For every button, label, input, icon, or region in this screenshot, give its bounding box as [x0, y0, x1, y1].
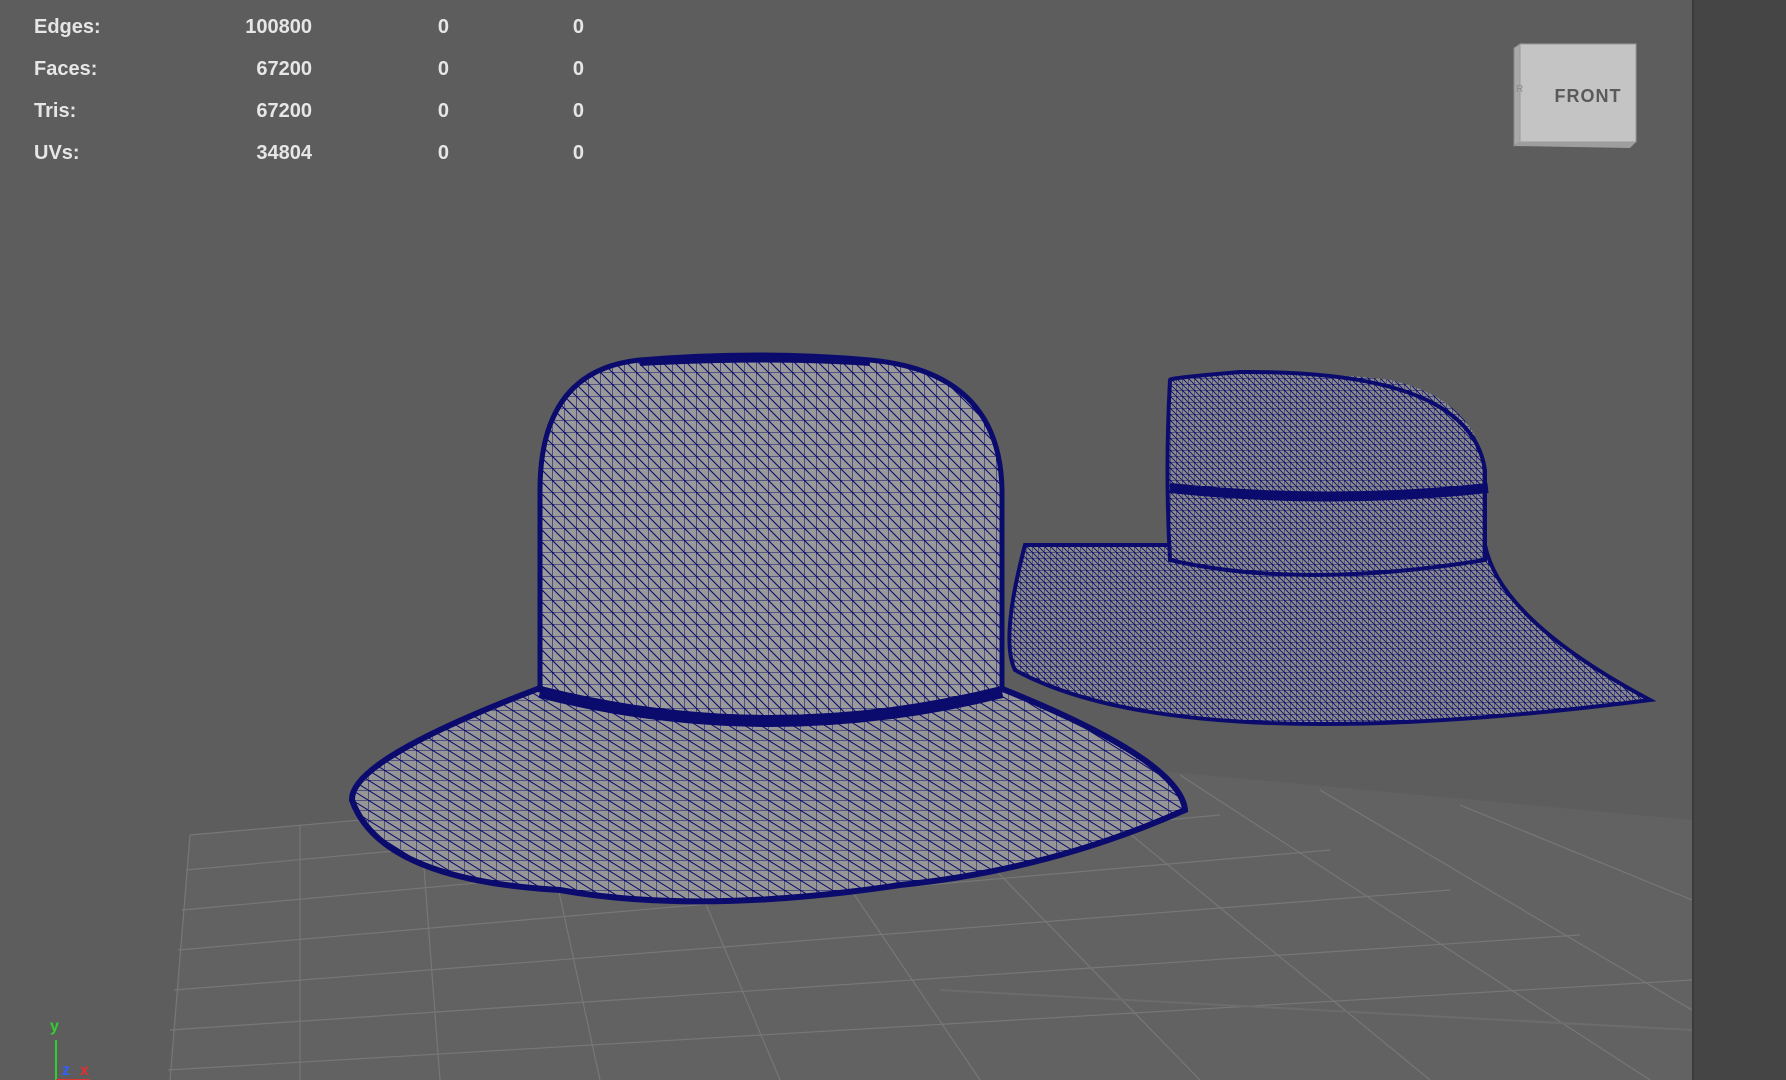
stat-triangles: 0: [572, 142, 584, 164]
stat-total: 100800: [245, 16, 312, 38]
stat-label: Tris:: [34, 100, 77, 122]
axis-label-z: z: [62, 1062, 70, 1079]
stat-label: Edges:: [34, 16, 101, 38]
stat-total: 67200: [256, 58, 312, 80]
perspective-viewport[interactable]: Edges: 100800 0 0 Faces: 67200 0 0 Tris:…: [0, 0, 1692, 1080]
axis-gizmo-icon: y z x: [40, 1018, 110, 1080]
svg-text:R: R: [1516, 84, 1523, 95]
stat-triangles: 0: [572, 16, 584, 38]
stat-total: 34804: [256, 142, 312, 164]
stat-selected: 0: [437, 100, 449, 122]
stat-label: UVs:: [34, 142, 80, 164]
stat-triangles: 0: [572, 100, 584, 122]
axis-label-y: y: [50, 1018, 59, 1035]
stat-triangles: 0: [572, 58, 584, 80]
stat-label: Faces:: [34, 58, 98, 80]
axis-label-x: x: [80, 1062, 89, 1079]
hat-mesh-right[interactable]: [1007, 369, 1657, 726]
view-cube-face-label[interactable]: FRONT: [1548, 86, 1628, 107]
stat-total: 67200: [256, 100, 312, 122]
stat-selected: 0: [437, 58, 449, 80]
right-panel-strip: [1692, 0, 1786, 1080]
stat-selected: 0: [437, 142, 449, 164]
stat-selected: 0: [437, 16, 449, 38]
